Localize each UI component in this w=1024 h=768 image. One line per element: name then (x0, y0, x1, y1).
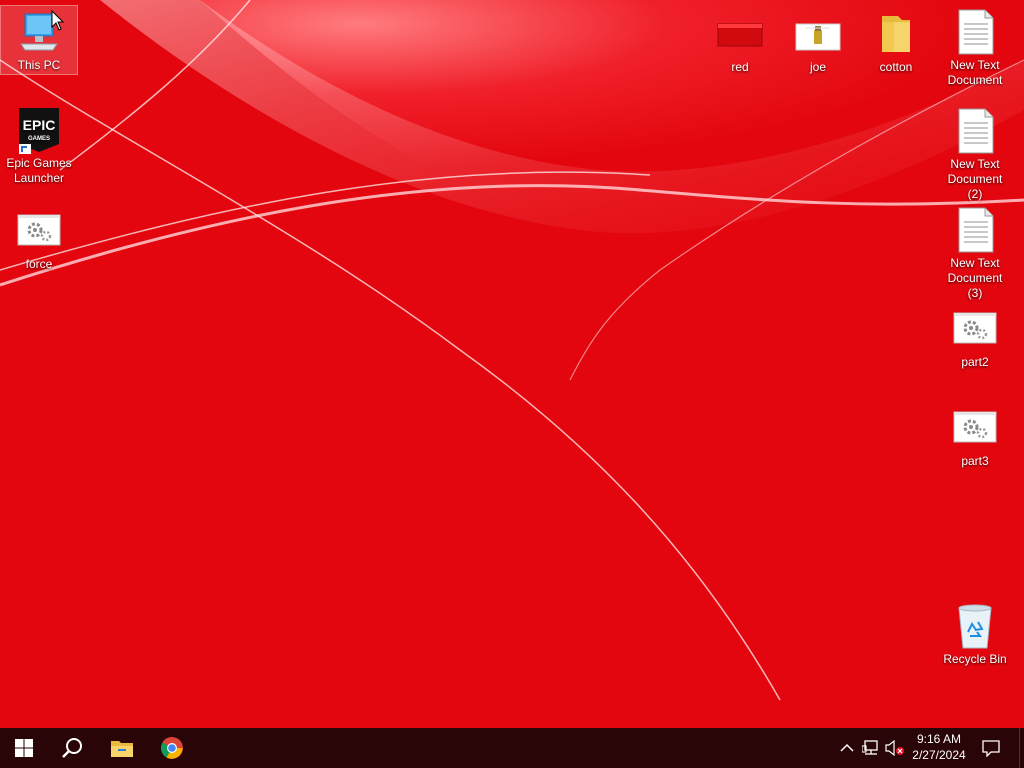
action-center-button[interactable] (981, 738, 1001, 758)
volume-button[interactable] (885, 738, 905, 758)
clock-time: 9:16 AM (916, 732, 962, 746)
desktop-icon-label: This PC (17, 58, 61, 72)
chrome-button[interactable] (148, 728, 196, 768)
desktop-icon-label: red (731, 60, 749, 74)
search-icon (62, 738, 82, 758)
search-button[interactable] (48, 728, 96, 768)
volume-muted-icon (885, 740, 904, 756)
clock[interactable]: 9:16 AM 2/27/2024 (906, 731, 972, 763)
mouse-cursor-icon (51, 10, 65, 31)
desktop-icon-label: Recycle Bin (943, 652, 1007, 666)
desktop-icon-new-text-document-3[interactable]: New Text Document (3) (937, 204, 1013, 300)
taskbar: 9:16 AM 2/27/2024 (0, 728, 1024, 768)
epic-logo-line1: EPIC (23, 117, 56, 133)
desktop-icon-label: force (25, 257, 53, 271)
desktop-icon-this-pc[interactable]: This PC (0, 5, 78, 75)
desktop-wallpaper (0, 0, 1024, 728)
desktop-icon-label: New Text Document (2) (947, 157, 1003, 201)
desktop-icon-part2[interactable]: part2 (937, 303, 1013, 373)
desktop-icon-label: joe (809, 60, 826, 74)
notification-icon (982, 740, 1000, 757)
settings-file-icon (953, 312, 997, 344)
text-document-icon (958, 108, 994, 154)
desktop-icon-recycle-bin[interactable]: Recycle Bin (937, 600, 1013, 670)
desktop-icon-label: cotton (879, 60, 913, 74)
desktop-icon-part3[interactable]: part3 (937, 402, 1013, 472)
start-button[interactable] (0, 728, 48, 768)
epic-games-icon: EPIC GAMES (19, 108, 59, 154)
archive-file-icon (795, 23, 841, 51)
folder-icon (111, 741, 133, 757)
text-document-icon (958, 207, 994, 253)
clock-date: 2/27/2024 (912, 748, 966, 762)
desktop-icon-label: part3 (961, 454, 989, 468)
settings-file-icon (953, 411, 997, 443)
desktop-icon-force[interactable]: force (1, 205, 77, 275)
folder-icon (882, 16, 910, 52)
chevron-up-icon (840, 743, 854, 752)
desktop-icon-new-text-document[interactable]: New Text Document (937, 6, 1013, 92)
desktop-icon-epic-games-launcher[interactable]: EPIC GAMES Epic Games Launcher (1, 104, 77, 188)
desktop-icon-cotton[interactable]: cotton (858, 8, 934, 78)
desktop-icon-joe[interactable]: joe (780, 8, 856, 78)
network-button[interactable] (861, 738, 881, 758)
windows-icon (15, 739, 33, 757)
recycle-bin-icon (958, 604, 992, 649)
text-document-icon (958, 9, 994, 55)
show-desktop-button[interactable] (1019, 728, 1024, 768)
desktop-icon-label: New Text Document (3) (947, 256, 1003, 300)
epic-logo-line2: GAMES (28, 136, 50, 142)
desktop-icon-label: Epic Games Launcher (6, 156, 72, 185)
red-file-icon (717, 23, 763, 47)
desktop-icon-label: part2 (961, 355, 989, 369)
desktop-icon-label: New Text Document (947, 58, 1003, 87)
show-hidden-icons-button[interactable] (837, 738, 857, 758)
chrome-icon (161, 737, 183, 759)
settings-file-icon (17, 214, 61, 246)
desktop-icon-red[interactable]: red (702, 8, 778, 78)
file-explorer-button[interactable] (98, 728, 146, 768)
network-icon (862, 740, 878, 755)
desktop-icon-new-text-document-2[interactable]: New Text Document (2) (937, 105, 1013, 201)
